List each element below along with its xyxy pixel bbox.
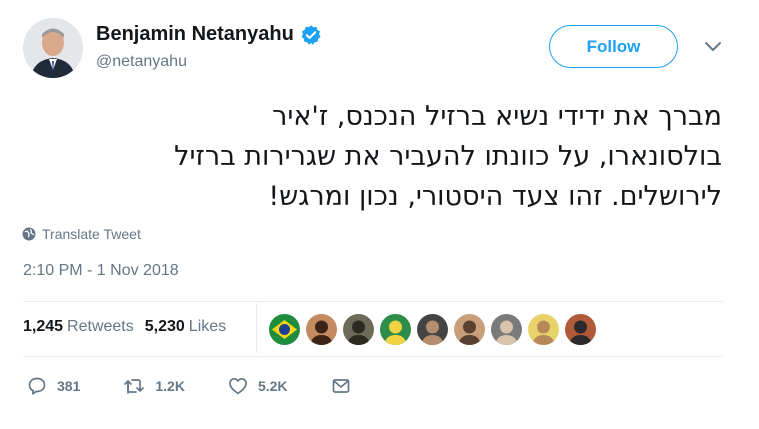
divider (23, 356, 723, 357)
author-name-row: Benjamin Netanyahu (96, 23, 322, 46)
follow-button[interactable]: Follow (549, 25, 678, 68)
tweet-text: מברך את ידידי נשיא ברזיל הנכנס, ז'איר בו… (22, 97, 722, 217)
tweet-text-line: בולסונארו, על כוונתו להעביר את שגרירות ב… (174, 141, 722, 172)
envelope-icon (332, 379, 349, 393)
profile-photo-icon (23, 18, 83, 78)
user-avatar-icon (417, 314, 448, 345)
tweet-text-line: לירושלים. זהו צעד היסטורי, נכון ומרגש! (268, 181, 722, 212)
like-count: 5.2K (257, 378, 288, 394)
liker-avatar[interactable] (528, 314, 559, 345)
tweet-actions: 381 1.2K 5.2K (27, 376, 404, 396)
tweet-text-line: מברך את ידידי נשיא ברזיל הנכנס, ז'איר (272, 101, 722, 132)
liker-avatar[interactable] (343, 314, 374, 345)
like-button[interactable]: 5.2K (228, 376, 288, 396)
likes-count: 5,230 (144, 318, 185, 335)
retweets-stat[interactable]: 1,245 Retweets (23, 318, 134, 336)
retweets-count: 1,245 (23, 318, 64, 335)
user-avatar-icon (306, 314, 337, 345)
tweet-timestamp[interactable]: 2:10 PM - 1 Nov 2018 (23, 262, 179, 280)
likers-avatars (269, 314, 602, 345)
chevron-down-icon[interactable] (704, 41, 722, 53)
retweets-label: Retweets (67, 318, 134, 335)
liker-avatar[interactable] (306, 314, 337, 345)
reply-button[interactable]: 381 (27, 376, 80, 396)
liker-avatar[interactable] (491, 314, 522, 345)
brazil-flag-avatar-icon (269, 314, 300, 345)
author-name[interactable]: Benjamin Netanyahu (96, 23, 294, 46)
liker-avatar[interactable] (380, 314, 411, 345)
user-avatar-icon (565, 314, 596, 345)
translate-tweet-link[interactable]: Translate Tweet (22, 226, 141, 242)
retweet-icon (124, 379, 145, 394)
translate-tweet-label: Translate Tweet (42, 226, 141, 242)
user-avatar-icon (380, 314, 411, 345)
author-avatar[interactable] (23, 18, 83, 78)
likes-label: Likes (188, 318, 227, 335)
liker-avatar[interactable] (417, 314, 448, 345)
retweet-count: 1.2K (155, 378, 185, 394)
user-avatar-icon (343, 314, 374, 345)
author-handle[interactable]: @netanyahu (96, 53, 187, 71)
stats-separator (256, 303, 257, 353)
user-avatar-icon (454, 314, 485, 345)
verified-badge-icon (301, 24, 321, 45)
globe-icon (22, 227, 36, 241)
liker-avatar[interactable] (454, 314, 485, 345)
heart-icon (229, 377, 247, 395)
likes-stat[interactable]: 5,230 Likes (145, 318, 226, 336)
divider (23, 301, 723, 302)
tweet-stats: 1,245 Retweets 5,230 Likes (23, 318, 237, 336)
reply-icon (28, 377, 46, 395)
user-avatar-icon (491, 314, 522, 345)
user-avatar-icon (528, 314, 559, 345)
retweet-button[interactable]: 1.2K (123, 376, 185, 396)
direct-message-button[interactable] (331, 376, 361, 396)
liker-avatar[interactable] (269, 314, 300, 345)
reply-count: 381 (57, 378, 81, 394)
liker-avatar[interactable] (565, 314, 596, 345)
